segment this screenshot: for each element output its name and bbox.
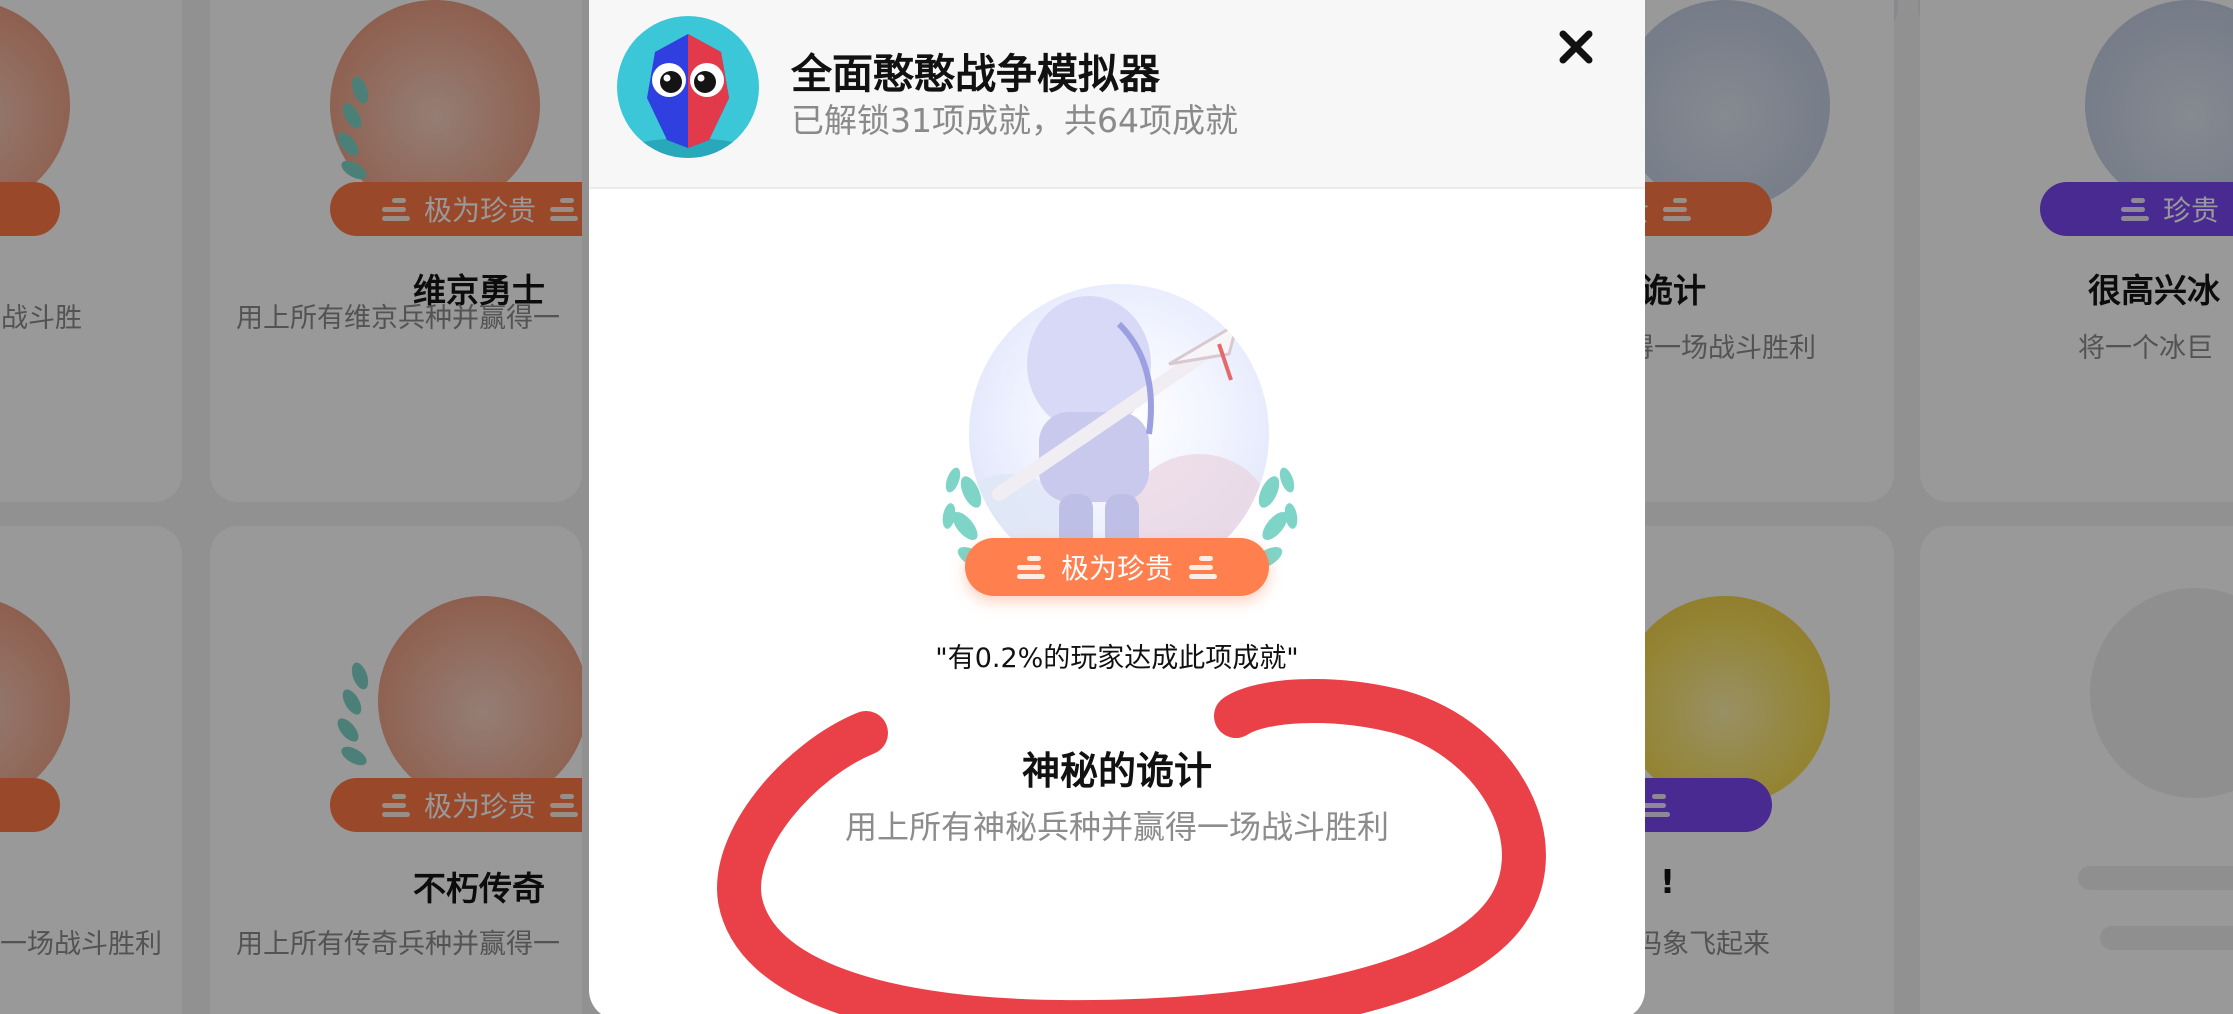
rarity-badge: 极为珍贵 xyxy=(965,538,1269,596)
rarity-label: 极为珍贵 xyxy=(1060,552,1173,585)
close-icon[interactable] xyxy=(1555,26,1597,68)
modal-header: 全面憨憨战争模拟器 已解锁31项成就，共64项成就 xyxy=(589,0,1645,189)
game-title: 全面憨憨战争模拟器 xyxy=(791,50,1160,98)
achievement-modal: 全面憨憨战争模拟器 已解锁31项成就，共64项成就 极为珍贵 "有0.2%的玩家… xyxy=(589,0,1645,1014)
unlock-percentage: "有0.2%的玩家达成此项成就" xyxy=(935,643,1299,674)
achievement-description: 用上所有神秘兵种并赢得一场战斗胜利 xyxy=(844,808,1389,846)
achievement-title: 神秘的诡计 xyxy=(1021,749,1212,793)
achievement-progress: 已解锁31项成就，共64项成就 xyxy=(791,101,1238,140)
game-icon xyxy=(617,16,759,158)
rarity-icon xyxy=(1189,555,1217,579)
rarity-icon xyxy=(1016,555,1045,579)
